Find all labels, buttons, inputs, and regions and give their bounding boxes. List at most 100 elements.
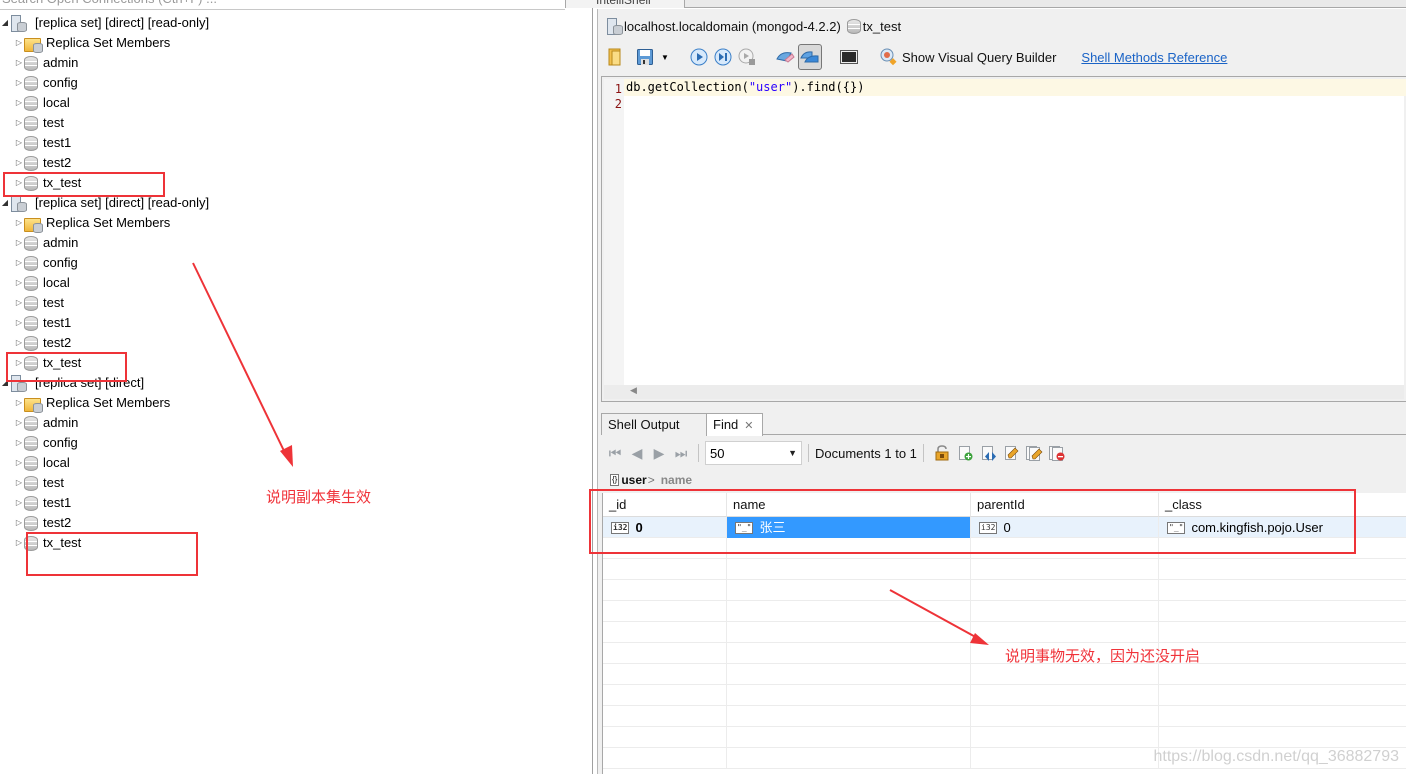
int32-type-icon: i32 (979, 521, 998, 534)
expand-arrow-icon[interactable]: ▷ (14, 433, 24, 453)
empty-cell (1159, 601, 1406, 622)
tree-item-db[interactable]: ▷ test1 (14, 493, 71, 513)
tree-item-db-tx-test[interactable]: ▷ tx_test (14, 173, 81, 193)
collapse-arrow-icon[interactable]: ◢ (0, 13, 10, 33)
first-page-button[interactable]: ⏮ (604, 445, 626, 462)
tree-item-db[interactable]: ▷ admin (14, 413, 78, 433)
search-connections-input[interactable]: Search Open Connections (Ctrl+F) ... (0, 0, 565, 10)
tree-item-db[interactable]: ▷ test (14, 113, 64, 133)
save-options-dropdown[interactable]: ▼ (658, 46, 672, 68)
tree-item-replica-members[interactable]: ▷ Replica Set Members (14, 393, 170, 413)
expand-arrow-icon[interactable]: ▷ (14, 293, 24, 313)
tree-item-db[interactable]: ▷ admin (14, 233, 78, 253)
tree-item-db[interactable]: ▷ test2 (14, 333, 71, 353)
edit-multiple-button[interactable] (1025, 445, 1043, 461)
cell-name[interactable]: "_" 张三 (727, 517, 971, 538)
expand-arrow-icon[interactable]: ▷ (14, 493, 24, 513)
expand-arrow-icon[interactable]: ▷ (14, 393, 24, 413)
tree-item-db[interactable]: ▷ local (14, 93, 70, 113)
tree-item-db[interactable]: ▷ test (14, 293, 64, 313)
tree-item-db[interactable]: ▷ local (14, 273, 70, 293)
show-visual-query-builder-button[interactable]: Show Visual Query Builder (902, 50, 1056, 65)
tree-item-db-tx-test[interactable]: ▷ tx_test (14, 533, 81, 553)
open-button[interactable] (604, 46, 626, 68)
tree-item-db[interactable]: ▷ test2 (14, 153, 71, 173)
column-header-parentid[interactable]: parentId (971, 493, 1159, 517)
next-page-button[interactable]: ▶ (648, 445, 670, 462)
tree-item-db-tx-test[interactable]: ▷ tx_test (14, 353, 81, 373)
expand-arrow-icon[interactable]: ▷ (14, 113, 24, 133)
tree-item-db[interactable]: ▷ local (14, 453, 70, 473)
clear-button[interactable] (774, 46, 796, 68)
tab-shell-output[interactable]: Shell Output (601, 413, 707, 435)
tree-item-db[interactable]: ▷ test1 (14, 133, 71, 153)
expand-arrow-icon[interactable]: ▷ (14, 473, 24, 493)
connection-node[interactable]: ◢ [replica set] [direct] (0, 373, 144, 393)
execute-current-button[interactable] (712, 46, 734, 68)
column-header-id[interactable]: _id (603, 493, 727, 517)
execute-all-button[interactable] (688, 46, 710, 68)
expand-arrow-icon[interactable]: ▷ (14, 133, 24, 153)
insert-document-button[interactable] (957, 445, 973, 461)
collapse-arrow-icon[interactable]: ◢ (0, 193, 10, 213)
terminal-button[interactable] (838, 46, 860, 68)
read-only-toggle-button[interactable] (934, 445, 950, 461)
expand-arrow-icon[interactable]: ▷ (14, 313, 24, 333)
editor-horizontal-scrollbar[interactable]: ◀ (604, 385, 1404, 399)
expand-arrow-icon[interactable]: ▷ (14, 33, 24, 53)
column-header-class[interactable]: _class (1159, 493, 1406, 517)
expand-arrow-icon[interactable]: ▷ (14, 273, 24, 293)
collapse-arrow-icon[interactable]: ◢ (0, 373, 10, 393)
shell-methods-reference-link[interactable]: Shell Methods Reference (1081, 50, 1227, 65)
tree-item-db[interactable]: ▷ config (14, 73, 78, 93)
expand-arrow-icon[interactable]: ▷ (14, 53, 24, 73)
expand-arrow-icon[interactable]: ▷ (14, 533, 24, 553)
delete-document-button[interactable] (1048, 445, 1065, 461)
expand-arrow-icon[interactable]: ▷ (14, 233, 24, 253)
tree-item-db[interactable]: ▷ admin (14, 53, 78, 73)
expand-arrow-icon[interactable]: ▷ (14, 453, 24, 473)
empty-cell (603, 601, 727, 622)
expand-arrow-icon[interactable]: ▷ (14, 413, 24, 433)
previous-page-button[interactable]: ◀ (626, 445, 648, 462)
empty-cell (1159, 706, 1406, 727)
tree-item-db[interactable]: ▷ config (14, 433, 78, 453)
path-collection[interactable]: user (621, 473, 646, 487)
expand-arrow-icon[interactable]: ▷ (14, 213, 24, 233)
column-header-name[interactable]: name (727, 493, 971, 517)
tab-find[interactable]: Find ✕ (706, 413, 763, 436)
expand-arrow-icon[interactable]: ▷ (14, 353, 24, 373)
connection-node[interactable]: ◢ [replica set] [direct] [read-only] (0, 193, 209, 213)
cell-id[interactable]: i32 0 (603, 517, 727, 538)
code-line[interactable]: db.getCollection("user").find({}) (624, 79, 1406, 96)
expand-arrow-icon[interactable]: ▷ (14, 513, 24, 533)
path-field[interactable]: name (661, 473, 692, 487)
tree-item-db[interactable]: ▷ test1 (14, 313, 71, 333)
tree-item-replica-members[interactable]: ▷ Replica Set Members (14, 33, 170, 53)
scroll-left-icon[interactable]: ◀ (630, 385, 637, 396)
expand-arrow-icon[interactable]: ▷ (14, 73, 24, 93)
tree-item-replica-members[interactable]: ▷ Replica Set Members (14, 213, 170, 233)
query-editor[interactable]: 1 2 db.getCollection("user").find({}) ◀ (601, 76, 1406, 402)
tree-item-db[interactable]: ▷ config (14, 253, 78, 273)
toggle-query-button[interactable] (798, 44, 822, 70)
view-json-button[interactable] (980, 445, 996, 461)
expand-arrow-icon[interactable]: ▷ (14, 173, 24, 193)
last-page-button[interactable]: ⏭ (670, 445, 692, 462)
expand-arrow-icon[interactable]: ▷ (14, 253, 24, 273)
expand-arrow-icon[interactable]: ▷ (14, 93, 24, 113)
page-size-select[interactable]: 50 ▼ (705, 441, 802, 465)
tab-intellishell[interactable]: IntelliShell (565, 0, 685, 8)
save-button[interactable] (634, 46, 656, 68)
cell-parentid[interactable]: i32 0 (971, 517, 1159, 538)
cell-class[interactable]: "_" com.kingfish.pojo.User (1159, 517, 1406, 538)
connection-node[interactable]: ◢ [replica set] [direct] [read-only] (0, 13, 209, 33)
close-tab-icon[interactable]: ✕ (744, 420, 753, 432)
edit-document-button[interactable] (1003, 445, 1019, 461)
expand-arrow-icon[interactable]: ▷ (14, 153, 24, 173)
table-row[interactable]: i32 0 "_" 张三 i32 0 "_" com.kingfish.pojo.Use… (603, 517, 1406, 538)
explain-button[interactable] (736, 46, 758, 68)
expand-arrow-icon[interactable]: ▷ (14, 333, 24, 353)
tree-item-db[interactable]: ▷ test (14, 473, 64, 493)
tree-item-db[interactable]: ▷ test2 (14, 513, 71, 533)
